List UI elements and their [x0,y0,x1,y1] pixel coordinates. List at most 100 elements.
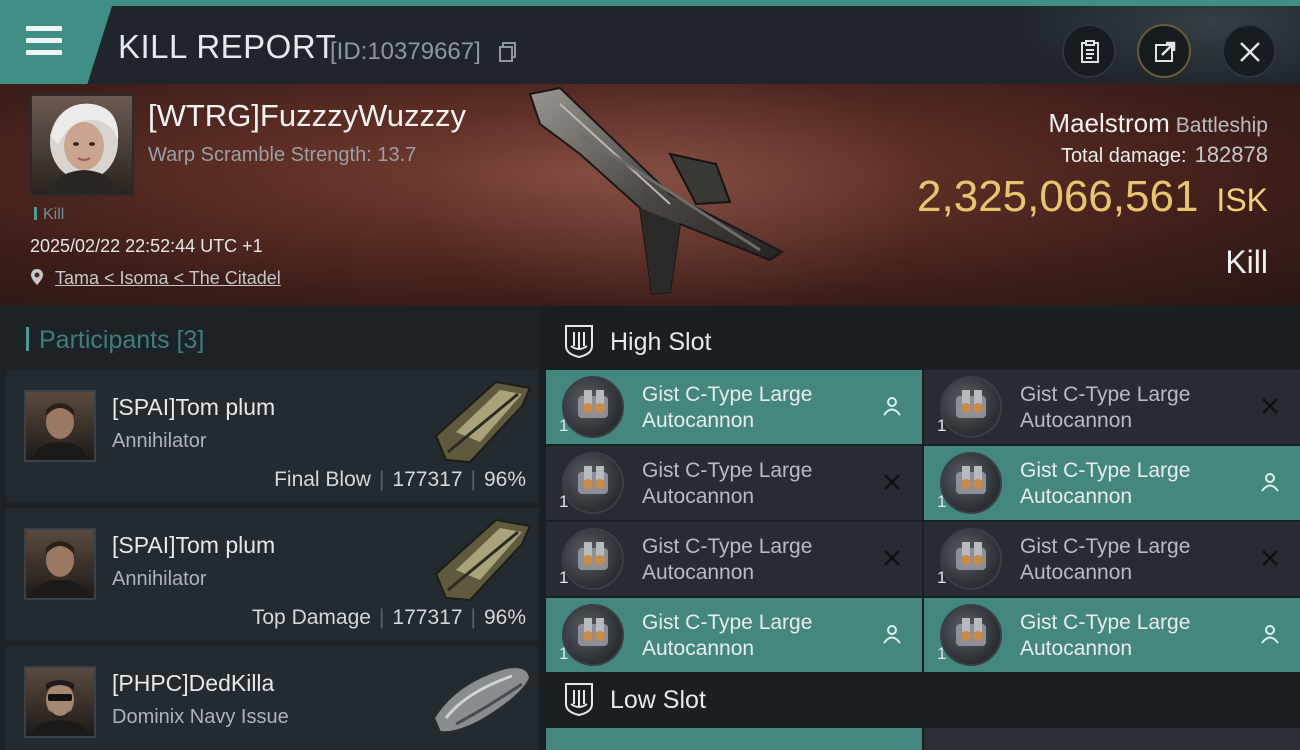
victim-banner: [WTRG]FuzzzyWuzzzy Warp Scramble Strengt… [0,84,1300,306]
autocannon-icon [562,376,624,438]
fitting-panel: High Slot 1 Gist C-Type Large Autocannon 1… [542,306,1300,750]
module-quantity: 1 [559,644,569,663]
victim-name[interactable]: [WTRG]FuzzzyWuzzzy [148,98,466,134]
participant-row[interactable]: [SPAI]Tom plum Annihilator Top Damage | 17… [6,508,538,640]
high-slot-module[interactable]: 1 Gist C-Type Large Autocannon [924,446,1300,520]
high-slot-module[interactable]: 1 Gist C-Type Large Autocannon [546,598,922,672]
kill-location[interactable]: Tama < Isoma < The Citadel [30,268,281,289]
page-title: KILL REPORT [118,28,337,65]
total-damage-label: Total damage: [1060,145,1187,167]
autocannon-icon [940,452,1002,514]
module-name: Gist C-Type Large Autocannon [1020,459,1191,508]
victim-ship-name[interactable]: Maelstrom Battleship [1048,108,1268,139]
kill-id: [ID:10379667] [330,38,481,65]
participant-percent: 96% [483,468,526,491]
autocannon-icon [940,604,1002,666]
high-slot-module[interactable]: 1 Gist C-Type Large Autocannon [546,370,922,444]
ship-name: Maelstrom [1048,108,1170,138]
module-name: Gist C-Type Large Autocannon [642,383,813,432]
victim-ship-image [528,86,784,296]
top-bar: KILL REPORT [ID:10379667] [0,0,1300,90]
autocannon-icon [562,452,624,514]
participants-header: Participants [3] [26,326,204,355]
share-icon [1155,41,1176,62]
total-damage: Total damage: 182878 [1061,142,1268,168]
pilot-icon [883,397,901,416]
shield-icon [565,683,593,716]
autocannon-icon [940,528,1002,590]
participant-ship: Dominix Navy Issue [112,706,289,728]
participant-role: Top Damage [251,606,371,629]
isk-value: 2,325,066,561 ISK [917,172,1268,222]
autocannon-icon [562,604,624,666]
kill-result: Kill [1225,244,1268,280]
pilot-icon [883,625,901,644]
victim-portrait[interactable] [30,94,134,196]
participant-row[interactable]: [SPAI]Tom plum Annihilator Final Blow | 17… [6,370,538,502]
participant-damage: 177317 [392,606,463,629]
module-quantity: 1 [937,492,947,511]
location-link[interactable]: Tama < Isoma < The Citadel [55,268,281,288]
participant-ship: Annihilator [112,568,207,590]
isk-unit: ISK [1216,182,1268,218]
low-slot-module[interactable] [546,728,922,750]
participant-stats: Final Blow | 177317 | 96% [274,468,526,491]
module-quantity: 1 [559,568,569,587]
participant-row[interactable]: [PHPC]DedKilla Dominix Navy Issue [6,646,538,750]
module-name: Gist C-Type Large Autocannon [642,459,813,508]
participant-ship-image [434,380,532,464]
high-slot-module[interactable]: 1 Gist C-Type Large Autocannon [924,522,1300,596]
module-quantity: 1 [937,416,947,435]
module-quantity: 1 [559,416,569,435]
participant-avatar [24,666,96,738]
participant-ship: Annihilator [112,430,207,452]
autocannon-icon [940,376,1002,438]
participant-role: Final Blow [274,468,371,491]
clipboard-button[interactable] [1062,24,1116,78]
participant-avatar [24,390,96,462]
module-name: Gist C-Type Large Autocannon [642,611,813,660]
isk-amount: 2,325,066,561 [917,172,1199,221]
low-slot-label: Low Slot [610,686,706,714]
low-slot-module[interactable] [924,728,1300,750]
participants-panel: Participants [3] [SPAI]Tom plum Annihila… [0,306,540,750]
module-name: Gist C-Type Large Autocannon [1020,383,1191,432]
participant-avatar [24,528,96,600]
pilot-icon [1261,625,1279,644]
share-button[interactable] [1137,24,1191,78]
high-slot-module[interactable]: 1 Gist C-Type Large Autocannon [546,522,922,596]
high-slot-module[interactable]: 1 Gist C-Type Large Autocannon [546,446,922,520]
participant-stats: Top Damage | 177317 | 96% [251,606,526,629]
low-slot-header: Low Slot [562,682,706,716]
high-slot-label: High Slot [610,328,712,356]
module-name: Gist C-Type Large Autocannon [1020,535,1191,584]
kill-datetime: 2025/02/22 22:52:44 UTC +1 [30,236,263,256]
module-quantity: 1 [937,568,947,587]
menu-icon [26,26,62,56]
high-slot-module[interactable]: 1 Gist C-Type Large Autocannon [924,598,1300,672]
total-damage-value: 182878 [1194,142,1268,167]
high-slot-header: High Slot [562,324,711,358]
destroyed-x-icon [884,474,900,490]
close-button[interactable] [1222,24,1276,78]
high-slot-module[interactable]: 1 Gist C-Type Large Autocannon [924,370,1300,444]
module-name: Gist C-Type Large Autocannon [642,535,813,584]
ship-class: Battleship [1175,114,1268,137]
module-name: Gist C-Type Large Autocannon [1020,611,1191,660]
participant-name: [SPAI]Tom plum [112,394,276,420]
close-icon [1240,42,1260,62]
participant-name: [SPAI]Tom plum [112,532,276,558]
location-pin-icon [31,269,43,285]
warp-scramble-strength: Warp Scramble Strength: 13.7 [148,144,417,166]
autocannon-icon [562,528,624,590]
copy-icon[interactable] [499,42,517,62]
menu-button[interactable] [0,6,112,84]
kill-tag: Kill [34,206,64,224]
participant-ship-image [434,518,532,602]
pilot-icon [1261,473,1279,492]
shield-icon [565,325,593,358]
participant-damage: 177317 [392,468,463,491]
clipboard-icon [1081,40,1099,63]
destroyed-x-icon [1262,398,1278,414]
participant-ship-image [432,666,532,734]
